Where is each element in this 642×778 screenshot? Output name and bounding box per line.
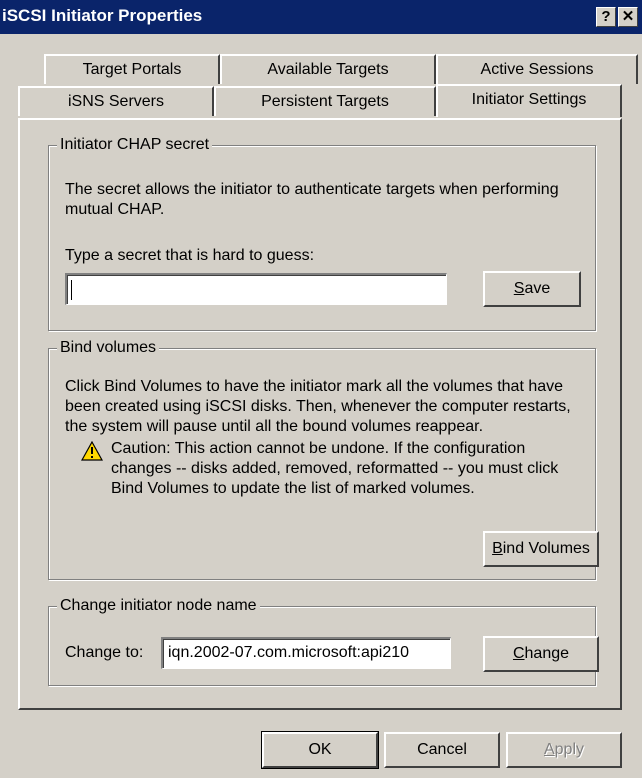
chap-secret-input[interactable] xyxy=(65,273,447,305)
tab-isns-servers[interactable]: iSNS Servers xyxy=(18,86,214,116)
change-to-label: Change to: xyxy=(65,644,144,661)
tab-target-portals[interactable]: Target Portals xyxy=(44,54,220,84)
chap-description: The secret allows the initiator to authe… xyxy=(65,181,559,218)
save-button[interactable]: Save xyxy=(483,271,581,307)
node-name-group: Change initiator node name Change to: iq… xyxy=(48,596,599,686)
tab-available-targets[interactable]: Available Targets xyxy=(220,54,436,84)
warning-icon xyxy=(81,441,103,461)
chap-group: Initiator CHAP secret The secret allows … xyxy=(48,135,596,331)
tab-active-sessions[interactable]: Active Sessions xyxy=(436,54,638,84)
apply-button[interactable]: Apply xyxy=(506,732,622,768)
cancel-button[interactable]: Cancel xyxy=(384,732,500,768)
tab-initiator-settings[interactable]: Initiator Settings xyxy=(436,84,622,117)
close-button[interactable]: ✕ xyxy=(618,7,638,27)
help-button[interactable]: ? xyxy=(596,7,616,27)
bind-caution: Caution: This action cannot be undone. I… xyxy=(111,440,559,497)
node-group-label: Change initiator node name xyxy=(57,596,260,616)
bind-group-label: Bind volumes xyxy=(57,338,160,358)
bind-description: Click Bind Volumes to have the initiator… xyxy=(65,378,571,435)
title-bar: iSCSI Initiator Properties ? ✕ xyxy=(0,0,642,34)
text-caret xyxy=(71,280,72,300)
chap-prompt: Type a secret that is hard to guess: xyxy=(65,247,315,264)
tab-persistent-targets[interactable]: Persistent Targets xyxy=(214,86,436,116)
change-button[interactable]: Change xyxy=(483,636,599,672)
chap-group-label: Initiator CHAP secret xyxy=(57,135,213,155)
bind-volumes-group: Bind volumes Click Bind Volumes to have … xyxy=(48,338,599,580)
ok-button[interactable]: OK xyxy=(261,731,379,769)
window-title: iSCSI Initiator Properties xyxy=(2,6,203,25)
node-name-input[interactable]: iqn.2002-07.com.microsoft:api210 xyxy=(161,637,451,669)
initiator-settings-panel: Initiator CHAP secret The secret allows … xyxy=(18,118,622,710)
bind-volumes-button[interactable]: Bind Volumes xyxy=(483,531,599,567)
